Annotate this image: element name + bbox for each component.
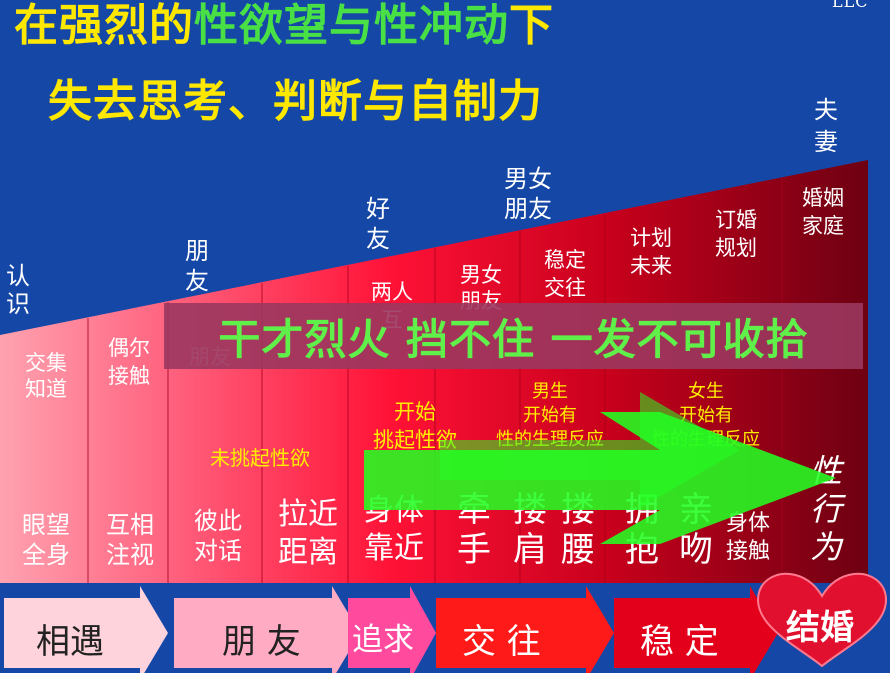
stage-label-meet: 相遇 bbox=[36, 622, 104, 662]
stage-label-pursue: 追求 bbox=[352, 622, 414, 658]
stage-arrows bbox=[4, 572, 888, 673]
stage-label-stable: 稳 定 bbox=[640, 622, 719, 662]
stage-label-marry: 结婚 bbox=[786, 608, 854, 648]
stage-label-date: 交 往 bbox=[462, 622, 541, 662]
stage-label-friend: 朋 友 bbox=[222, 622, 301, 662]
